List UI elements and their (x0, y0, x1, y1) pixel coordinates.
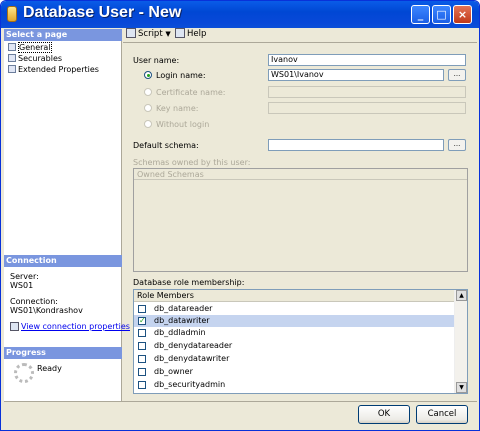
script-icon (126, 28, 136, 38)
login-name-field[interactable]: WS01\Ivanov (268, 69, 444, 81)
page-icon (8, 43, 16, 51)
close-button[interactable]: × (453, 5, 472, 24)
role-checkbox-checked[interactable]: ✓ (138, 317, 146, 325)
role-row[interactable]: db_denydatareader (134, 340, 454, 352)
role-row[interactable]: db_ddladmin (134, 327, 454, 339)
user-name-label: User name: (133, 56, 180, 65)
chevron-down-icon: ▼ (165, 30, 171, 38)
user-name-field[interactable]: Ivanov (268, 54, 466, 66)
role-checkbox[interactable] (138, 305, 146, 313)
login-name-radio[interactable] (144, 71, 152, 79)
progress-spinner-icon (14, 363, 34, 383)
owned-schemas-list[interactable]: Owned Schemas (133, 168, 468, 272)
schemas-owned-label: Schemas owned by this user: (133, 158, 251, 167)
key-name-radio[interactable] (144, 104, 152, 112)
page-icon (8, 65, 16, 73)
role-membership-label: Database role membership: (133, 278, 245, 287)
role-list-scrollbar[interactable]: ▲ ▼ (454, 290, 467, 393)
role-checkbox[interactable] (138, 368, 146, 376)
role-members-list[interactable]: Role Members db_datareader ✓ db_datawrit… (133, 289, 468, 394)
progress-header: Progress (4, 347, 122, 359)
login-name-label: Login name: (156, 71, 206, 80)
button-divider (4, 401, 477, 402)
view-connection-link[interactable]: View connection properties (21, 322, 130, 331)
key-name-field[interactable] (268, 102, 466, 114)
left-pane: Select a page General Securables Extende… (4, 29, 130, 401)
select-page-header: Select a page (4, 29, 122, 41)
database-user-dialog: Database User - New _ □ × Select a page … (0, 0, 480, 431)
role-row[interactable]: ✓ db_datawriter (134, 315, 454, 327)
window-title: Database User - New (23, 4, 182, 21)
default-schema-label: Default schema: (133, 141, 199, 150)
role-members-header[interactable]: Role Members (134, 290, 454, 302)
owned-schemas-header: Owned Schemas (134, 169, 467, 180)
minimize-button[interactable]: _ (411, 5, 430, 24)
page-securables[interactable]: Securables (8, 53, 62, 64)
certificate-name-label: Certificate name: (156, 88, 226, 97)
role-row[interactable]: db_datareader (134, 303, 454, 315)
connection-label: Connection: (10, 297, 58, 306)
role-row[interactable]: db_denydatawriter (134, 353, 454, 365)
cancel-button[interactable]: Cancel (416, 405, 468, 424)
title-bar[interactable]: Database User - New _ □ × (1, 1, 479, 28)
connection-header: Connection (4, 255, 122, 267)
role-checkbox[interactable] (138, 342, 146, 350)
server-value: WS01 (10, 281, 34, 290)
help-icon (175, 28, 185, 38)
general-page: User name: Ivanov Login name: WS01\Ivano… (123, 43, 477, 401)
server-label: Server: (10, 272, 39, 281)
schema-browse-button[interactable]: ... (448, 139, 466, 151)
certificate-name-radio[interactable] (144, 88, 152, 96)
connection-icon (10, 322, 19, 331)
progress-status: Ready (37, 364, 62, 373)
database-icon (7, 6, 17, 22)
help-button[interactable]: Help (175, 28, 206, 39)
role-checkbox[interactable] (138, 329, 146, 337)
scroll-down-icon[interactable]: ▼ (456, 382, 467, 393)
scroll-up-icon[interactable]: ▲ (456, 290, 467, 301)
login-browse-button[interactable]: ... (448, 69, 466, 81)
maximize-button[interactable]: □ (432, 5, 451, 24)
certificate-name-field[interactable] (268, 86, 466, 98)
view-connection-properties[interactable]: View connection properties (10, 322, 130, 331)
page-extended-properties[interactable]: Extended Properties (8, 64, 99, 75)
page-icon (8, 54, 16, 62)
role-checkbox[interactable] (138, 381, 146, 389)
toolbar: Script ▼ Help (123, 27, 477, 43)
connection-value: WS01\Kondrashov (10, 306, 83, 315)
role-row[interactable]: db_securityadmin (134, 379, 454, 391)
role-row[interactable]: db_owner (134, 366, 454, 378)
script-button[interactable]: Script ▼ (126, 28, 171, 39)
ok-button[interactable]: OK (358, 405, 410, 424)
without-login-label: Without login (156, 120, 210, 129)
without-login-radio[interactable] (144, 120, 152, 128)
page-general[interactable]: General (8, 42, 52, 53)
key-name-label: Key name: (156, 104, 199, 113)
role-checkbox[interactable] (138, 355, 146, 363)
default-schema-field[interactable] (268, 139, 444, 151)
